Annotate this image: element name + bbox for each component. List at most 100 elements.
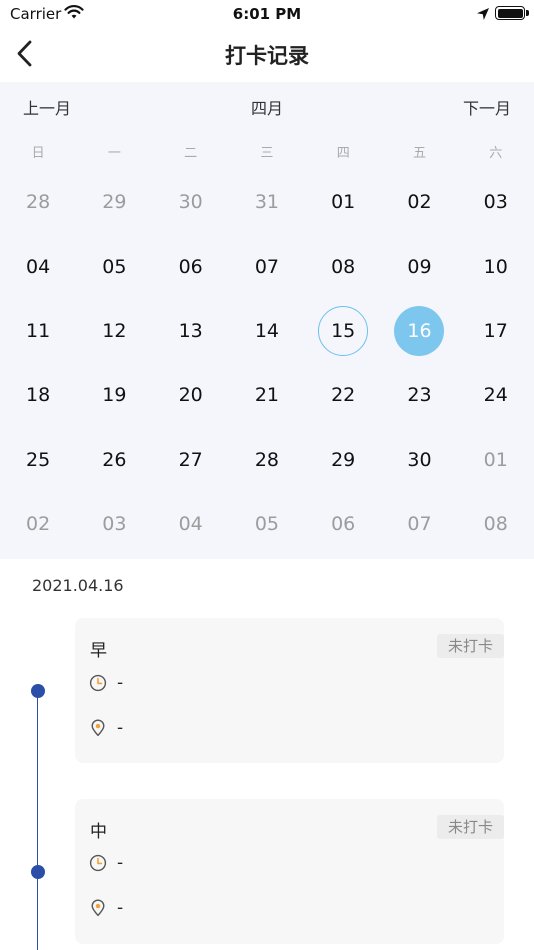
clock-time: 6:01 PM — [232, 5, 302, 23]
day-number: 13 — [178, 319, 203, 342]
calendar-day[interactable]: 21 — [229, 363, 305, 427]
calendar-day[interactable]: 29 — [76, 170, 152, 234]
calendar-day[interactable]: 14 — [229, 299, 305, 363]
location-pin-icon — [91, 719, 105, 737]
calendar-day[interactable]: 12 — [76, 299, 152, 363]
record-date: 2021.04.16 — [32, 576, 124, 595]
calendar-day-selected[interactable]: 16 — [381, 299, 457, 363]
day-number: 31 — [254, 191, 280, 214]
day-number: 28 — [26, 191, 51, 214]
day-number: 01 — [483, 448, 508, 471]
location-arrow-icon — [476, 6, 490, 25]
calendar-day[interactable]: 19 — [76, 363, 152, 427]
day-number: 24 — [483, 384, 508, 407]
weekday-label: 日 — [31, 146, 45, 161]
day-number: 09 — [407, 255, 432, 278]
record-card-noon[interactable]: 中 未打卡 - - — [75, 799, 504, 944]
calendar-day[interactable]: 05 — [76, 234, 152, 298]
nav-bar: 打卡记录 — [0, 28, 534, 82]
weekday-label: 六 — [489, 146, 503, 161]
timeline-dot — [31, 865, 45, 879]
calendar-day[interactable]: 23 — [381, 363, 457, 427]
calendar-day[interactable]: 13 — [153, 299, 229, 363]
day-number: 07 — [254, 255, 280, 278]
calendar-day[interactable]: 25 — [0, 428, 76, 492]
day-number: 18 — [26, 384, 51, 407]
calendar-day[interactable]: 04 — [153, 492, 229, 556]
location-pin-icon — [91, 899, 105, 917]
calendar-day[interactable]: 28 — [229, 428, 305, 492]
day-number: 25 — [26, 448, 51, 471]
calendar: 上一月 四月 下一月 日 一 二 三 四 五 六 28 29 30 31 01 … — [0, 82, 534, 559]
calendar-day[interactable]: 20 — [153, 363, 229, 427]
calendar-day[interactable]: 17 — [458, 299, 534, 363]
status-bar: Carrier 6:01 PM — [0, 0, 534, 28]
day-number: 02 — [407, 191, 432, 214]
day-number: 04 — [178, 513, 203, 536]
prev-month-button[interactable]: 上一月 — [23, 95, 71, 119]
day-number: 19 — [102, 384, 127, 407]
day-number: 22 — [331, 384, 356, 407]
clock-icon — [89, 854, 107, 872]
calendar-day[interactable]: 06 — [305, 492, 381, 556]
calendar-day[interactable]: 07 — [229, 234, 305, 298]
weekday-label: 三 — [260, 146, 274, 161]
calendar-day[interactable]: 31 — [229, 170, 305, 234]
calendar-day[interactable]: 01 — [458, 428, 534, 492]
weekday-label: 一 — [107, 146, 121, 161]
weekday-header: 日 一 二 三 四 五 六 — [0, 144, 534, 164]
day-number: 30 — [178, 191, 203, 214]
calendar-day[interactable]: 26 — [76, 428, 152, 492]
calendar-day[interactable]: 18 — [0, 363, 76, 427]
calendar-day[interactable]: 07 — [381, 492, 457, 556]
time-row: - — [89, 852, 123, 874]
day-number: 15 — [318, 305, 369, 356]
weekday-label: 五 — [412, 146, 426, 161]
calendar-day[interactable]: 11 — [0, 299, 76, 363]
check-in-time: - — [117, 853, 124, 873]
calendar-day[interactable]: 27 — [153, 428, 229, 492]
calendar-day[interactable]: 30 — [381, 428, 457, 492]
calendar-day[interactable]: 01 — [305, 170, 381, 234]
day-number: 28 — [254, 448, 280, 471]
calendar-day[interactable]: 02 — [381, 170, 457, 234]
calendar-day[interactable]: 03 — [458, 170, 534, 234]
day-number: 27 — [178, 448, 203, 471]
status-badge: 未打卡 — [437, 634, 504, 658]
calendar-day[interactable]: 03 — [76, 492, 152, 556]
calendar-day[interactable]: 24 — [458, 363, 534, 427]
day-number: 01 — [331, 191, 356, 214]
day-number: 11 — [26, 319, 51, 342]
calendar-day[interactable]: 05 — [229, 492, 305, 556]
calendar-day[interactable]: 30 — [153, 170, 229, 234]
check-in-location: - — [117, 718, 124, 738]
day-number: 05 — [254, 513, 280, 536]
next-month-button[interactable]: 下一月 — [463, 95, 511, 119]
calendar-day[interactable]: 28 — [0, 170, 76, 234]
location-row: - — [89, 717, 123, 739]
day-number: 08 — [331, 255, 356, 278]
day-number: 02 — [26, 513, 51, 536]
calendar-day-today[interactable]: 15 — [305, 299, 381, 363]
day-number: 05 — [102, 255, 127, 278]
check-in-location: - — [117, 898, 124, 918]
day-number: 16 — [394, 305, 445, 356]
battery-icon — [495, 6, 525, 20]
day-number: 03 — [483, 191, 508, 214]
calendar-day[interactable]: 29 — [305, 428, 381, 492]
calendar-day[interactable]: 08 — [305, 234, 381, 298]
calendar-day[interactable]: 08 — [458, 492, 534, 556]
calendar-day[interactable]: 22 — [305, 363, 381, 427]
day-number: 26 — [102, 448, 127, 471]
day-number: 12 — [102, 319, 127, 342]
calendar-day[interactable]: 06 — [153, 234, 229, 298]
weekday-label: 四 — [336, 146, 350, 161]
day-number: 14 — [254, 319, 280, 342]
calendar-day[interactable]: 09 — [381, 234, 457, 298]
calendar-day[interactable]: 10 — [458, 234, 534, 298]
record-card-morning[interactable]: 早 未打卡 - - — [75, 618, 504, 763]
calendar-day[interactable]: 02 — [0, 492, 76, 556]
day-number: 06 — [178, 255, 203, 278]
calendar-day[interactable]: 04 — [0, 234, 76, 298]
battery-cap — [526, 10, 529, 16]
